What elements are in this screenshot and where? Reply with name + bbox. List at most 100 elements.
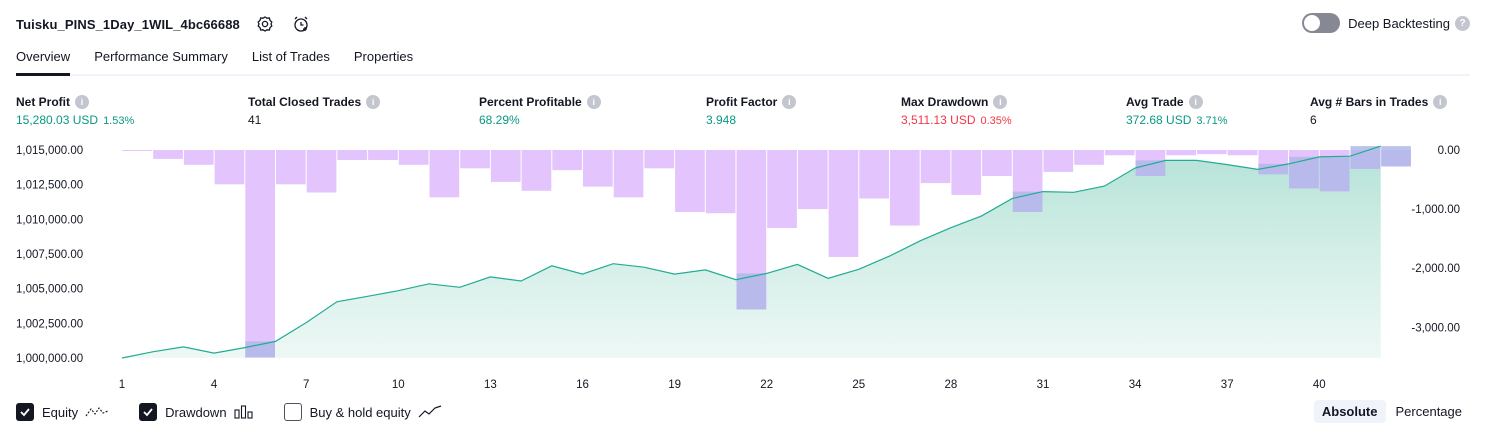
equity-line-icon [85, 405, 109, 419]
metric-value: 372.68 USD [1126, 113, 1192, 127]
drawdown-bar [890, 150, 920, 226]
left-tick-label: 1,012,500.00 [16, 180, 83, 192]
settings-icon[interactable] [254, 13, 276, 35]
drawdown-bar [1197, 150, 1227, 155]
drawdown-overlap [1350, 146, 1381, 169]
equity-checkbox[interactable] [16, 403, 34, 421]
x-tick-label: 22 [760, 379, 773, 391]
deep-backtesting-toggle[interactable] [1302, 13, 1341, 33]
drawdown-bar [583, 150, 613, 187]
equity-label: Equity [42, 404, 79, 420]
tab-performance-summary[interactable]: Performance Summary [94, 44, 228, 76]
info-icon[interactable]: i [586, 95, 601, 109]
metric-percent: 1.53% [103, 115, 135, 127]
metric-value: 15,280.03 USD [16, 113, 99, 127]
drawdown-bar [368, 150, 398, 160]
strategy-header: Tuisku_PINS_1Day_1WIL_4bc66688 [16, 12, 312, 36]
drawdown-bar [705, 150, 736, 214]
drawdown-bar [521, 150, 552, 191]
drawdown-bar [828, 150, 859, 257]
info-icon[interactable]: i [1188, 95, 1203, 109]
x-tick-label: 28 [945, 379, 958, 391]
drawdown-bar [1104, 150, 1135, 156]
drawdown-bar [306, 150, 337, 193]
drawdown-bar [429, 150, 460, 198]
drawdown-bar [214, 150, 245, 185]
x-tick-label: 31 [1037, 379, 1050, 391]
drawdown-bar [398, 150, 429, 165]
drawdown-bar [951, 150, 982, 195]
tab-properties[interactable]: Properties [354, 44, 413, 76]
metric-profit-factor: Profit Factor i 3.948 [706, 94, 797, 127]
drawdown-bar [767, 150, 797, 228]
deep-backtesting-label: Deep Backtesting [1348, 15, 1450, 31]
equity-toggle[interactable]: Equity [16, 403, 109, 421]
left-tick-label: 1,015,000.00 [16, 145, 83, 157]
equity-drawdown-chart[interactable]: 1,000,000.00 1,002,500.00 1,005,000.00 1,00… [0, 140, 1486, 395]
right-tick-label: -2,000.00 [1411, 263, 1460, 275]
tab-list-of-trades[interactable]: List of Trades [252, 44, 330, 76]
help-icon[interactable]: ? [1455, 15, 1470, 31]
x-tick-label: 25 [852, 379, 865, 391]
right-tick-label: -3,000.00 [1411, 322, 1460, 334]
x-tick-label: 7 [303, 379, 309, 391]
drawdown-bar [1074, 150, 1104, 165]
toggle-knob [1304, 15, 1321, 31]
drawdown-overlap [1381, 146, 1411, 167]
right-axis: 0.00 -1,000.00 -2,000.00 -3,000.00 [1411, 145, 1460, 334]
drawdown-bar [675, 150, 705, 212]
metric-label: Total Closed Trades [248, 95, 362, 109]
buy-hold-checkbox[interactable] [283, 403, 302, 421]
x-tick-label: 16 [576, 379, 589, 391]
metric-value: 68.29% [479, 113, 520, 127]
drawdown-bar [122, 150, 153, 151]
x-tick-label: 40 [1313, 379, 1326, 391]
metric-label: Percent Profitable [479, 95, 582, 109]
metric-label: Profit Factor [706, 95, 778, 109]
x-tick-label: 19 [668, 379, 681, 391]
strategy-name: Tuisku_PINS_1Day_1WIL_4bc66688 [16, 16, 240, 32]
drawdown-bar [1227, 150, 1258, 156]
x-tick-label: 10 [392, 379, 405, 391]
deep-backtesting: Deep Backtesting ? [1302, 13, 1470, 33]
tab-overview[interactable]: Overview [16, 44, 71, 76]
info-icon[interactable]: i [782, 95, 797, 109]
drawdown-bar [337, 150, 368, 160]
tab-bar: Overview Performance Summary List of Tra… [16, 44, 1470, 76]
metric-label: Avg # Bars in Trades [1310, 95, 1429, 109]
drawdown-overlap [1135, 160, 1166, 176]
x-tick-label: 13 [484, 379, 497, 391]
buy-hold-toggle[interactable]: Buy & hold equity [283, 403, 442, 421]
metric-avg-bars: Avg # Bars in Trades i 6 [1310, 94, 1448, 127]
info-icon[interactable]: i [75, 95, 89, 109]
drawdown-bar [797, 150, 828, 210]
absolute-button[interactable]: Absolute [1313, 400, 1386, 423]
drawdown-bar [1166, 150, 1196, 156]
drawdown-overlap [245, 341, 275, 358]
info-icon[interactable]: i [1433, 95, 1448, 109]
metric-percent: 0.35% [980, 115, 1012, 127]
add-alert-icon[interactable] [290, 13, 312, 35]
percentage-button[interactable]: Percentage [1388, 400, 1471, 423]
x-tick-label: 34 [1129, 379, 1142, 391]
drawdown-bar [552, 150, 582, 171]
drawdown-checkbox[interactable] [139, 403, 158, 421]
left-tick-label: 1,002,500.00 [16, 318, 83, 330]
metric-net-profit: Net Profit i 15,280.03 USD 1.53% [16, 94, 134, 127]
metric-value: 3.948 [706, 113, 737, 127]
left-tick-label: 1,007,500.00 [16, 249, 83, 261]
metric-percent: 3.71% [1196, 115, 1228, 127]
drawdown-bar [183, 150, 214, 165]
drawdown-toggle[interactable]: Drawdown [139, 403, 253, 421]
drawdown-bar [613, 150, 644, 198]
x-axis: 1 4 7 10 13 16 19 22 25 28 31 34 37 40 [119, 379, 1326, 391]
drawdown-bar [644, 150, 675, 169]
info-icon[interactable]: i [993, 95, 1008, 109]
metric-value: 41 [248, 113, 262, 127]
drawdown-label: Drawdown [165, 404, 227, 420]
drawdown-bar [490, 150, 521, 182]
drawdown-bar [153, 150, 183, 159]
drawdown-bar [859, 150, 889, 199]
right-tick-label: 0.00 [1438, 145, 1460, 157]
info-icon[interactable]: i [366, 95, 381, 109]
